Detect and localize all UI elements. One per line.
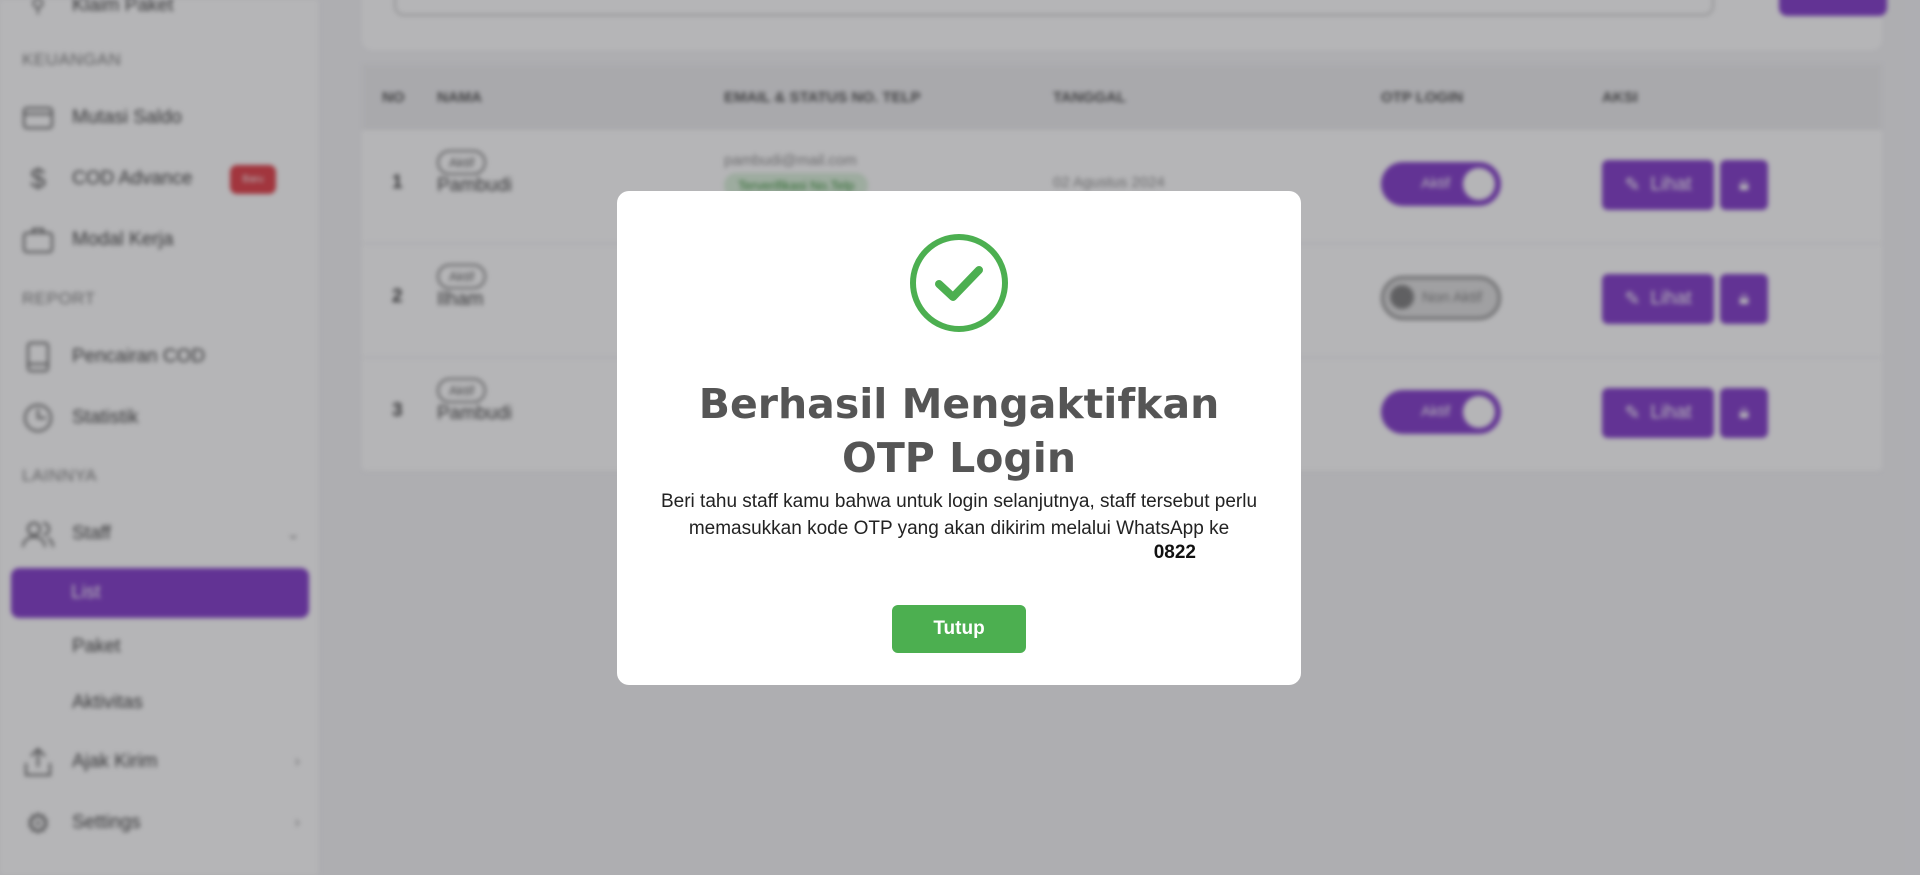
modal-message-line: memasukkan kode OTP yang akan dikirim me…: [688, 518, 1230, 539]
success-check-icon: [910, 234, 1008, 332]
modal-message: Beri tahu staff kamu bahwa untuk login s…: [637, 488, 1281, 542]
phone-number: 0822: [1153, 542, 1196, 563]
close-button[interactable]: Tutup: [892, 605, 1026, 653]
modal-message-line: Beri tahu staff kamu bahwa untuk login s…: [660, 491, 1258, 512]
success-modal: Berhasil Mengaktifkan OTP Login Beri tah…: [617, 191, 1301, 685]
modal-title: Berhasil Mengaktifkan OTP Login: [698, 380, 1220, 482]
